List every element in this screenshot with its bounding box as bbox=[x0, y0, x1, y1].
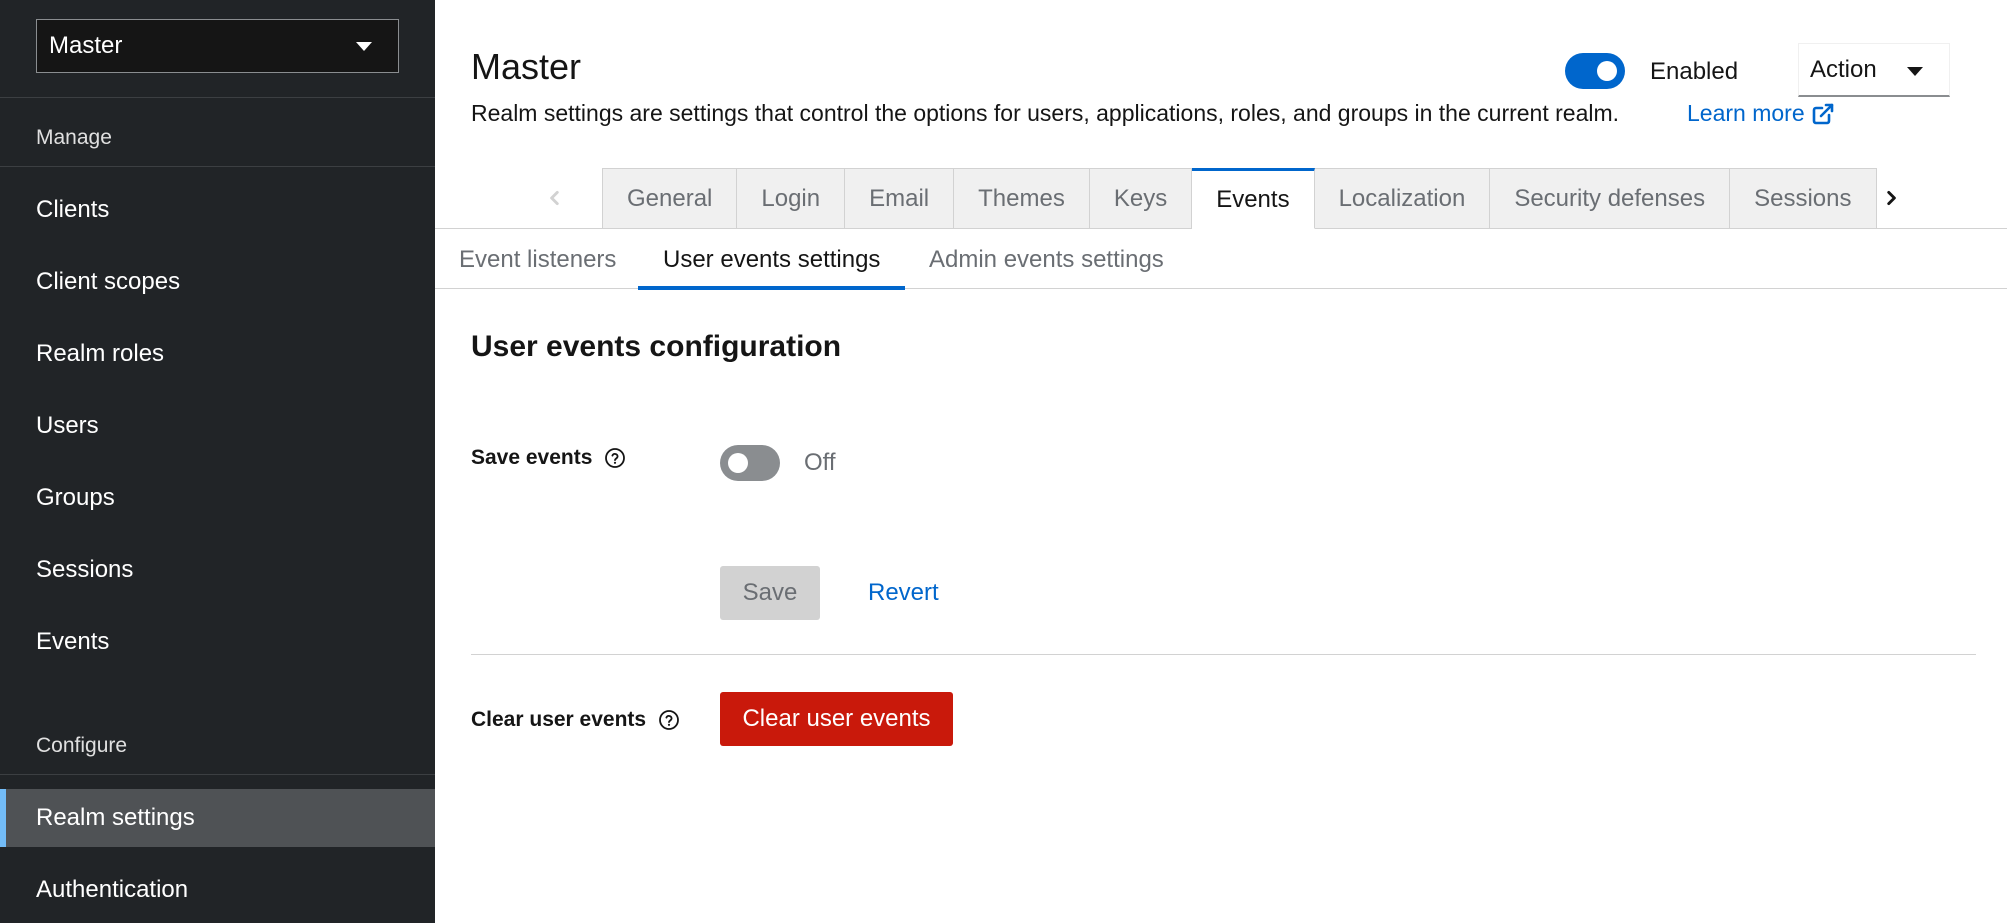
sidebar-item-authentication[interactable]: Authentication bbox=[0, 861, 435, 919]
question-circle-icon[interactable] bbox=[658, 709, 680, 731]
action-dropdown-label: Action bbox=[1810, 55, 1877, 83]
tab-sessions[interactable]: Sessions bbox=[1730, 168, 1877, 229]
save-button[interactable]: Save bbox=[720, 566, 820, 620]
toggle-knob bbox=[728, 453, 748, 473]
nav-section-manage: Manage bbox=[36, 126, 112, 149]
section-title: User events configuration bbox=[471, 330, 842, 363]
events-subtabs: Event listeners User events settings Adm… bbox=[435, 230, 2007, 290]
revert-button[interactable]: Revert bbox=[868, 566, 939, 620]
sidebar-item-clients[interactable]: Clients bbox=[0, 181, 435, 239]
tab-general[interactable]: General bbox=[602, 168, 738, 229]
subtab-user-events-settings[interactable]: User events settings bbox=[637, 230, 906, 290]
tab-login[interactable]: Login bbox=[737, 168, 846, 229]
sidebar-item-realm-settings[interactable]: Realm settings bbox=[0, 789, 435, 847]
sidebar-item-sessions[interactable]: Sessions bbox=[0, 541, 435, 599]
clear-user-events-label: Clear user events bbox=[471, 708, 680, 732]
sidebar-item-events[interactable]: Events bbox=[0, 613, 435, 671]
nav-divider bbox=[0, 166, 435, 167]
question-circle-icon[interactable] bbox=[604, 447, 626, 469]
page-title: Master bbox=[471, 46, 582, 87]
caret-down-icon bbox=[356, 42, 372, 51]
external-link-icon bbox=[1812, 103, 1833, 124]
tab-localization[interactable]: Localization bbox=[1314, 168, 1491, 229]
tab-events[interactable]: Events bbox=[1192, 168, 1315, 229]
save-events-state: Off bbox=[804, 449, 836, 476]
sidebar: Master Manage Clients Client scopes Real… bbox=[0, 0, 435, 923]
sidebar-item-realm-roles[interactable]: Realm roles bbox=[0, 325, 435, 383]
realm-selector[interactable]: Master bbox=[36, 19, 399, 73]
action-dropdown[interactable]: Action bbox=[1798, 43, 1950, 97]
nav-divider bbox=[0, 774, 435, 775]
realm-settings-tabs: General Login Email Themes Keys Events L… bbox=[602, 168, 1877, 229]
realm-enabled-label: Enabled bbox=[1650, 58, 1739, 85]
sidebar-item-client-scopes[interactable]: Client scopes bbox=[0, 253, 435, 311]
realm-selector-value: Master bbox=[49, 32, 123, 59]
sidebar-item-users[interactable]: Users bbox=[0, 397, 435, 455]
nav-section-configure: Configure bbox=[36, 734, 128, 757]
chevron-left-icon bbox=[550, 190, 559, 206]
learn-more-label: Learn more bbox=[1687, 100, 1805, 126]
tab-email[interactable]: Email bbox=[845, 168, 955, 229]
sidebar-item-groups[interactable]: Groups bbox=[0, 469, 435, 527]
tab-keys[interactable]: Keys bbox=[1089, 168, 1193, 229]
page-description: Realm settings are settings that control… bbox=[471, 100, 1620, 126]
realm-enabled-toggle[interactable] bbox=[1565, 53, 1625, 89]
learn-more-link[interactable]: Learn more bbox=[1687, 100, 1835, 127]
tab-security-defenses[interactable]: Security defenses bbox=[1490, 168, 1731, 229]
tab-scroll-left-button[interactable] bbox=[530, 168, 580, 228]
caret-down-icon bbox=[1907, 67, 1923, 76]
content-divider bbox=[471, 654, 1976, 655]
chevron-right-icon bbox=[1887, 190, 1896, 206]
toggle-knob bbox=[1597, 61, 1617, 81]
save-events-label-text: Save events bbox=[471, 446, 593, 469]
clear-user-events-button[interactable]: Clear user events bbox=[720, 692, 953, 746]
tab-scroll-right-button[interactable] bbox=[1866, 168, 1916, 228]
nav-divider bbox=[0, 97, 435, 98]
tab-themes[interactable]: Themes bbox=[954, 168, 1090, 229]
subtab-event-listeners[interactable]: Event listeners bbox=[459, 230, 616, 289]
save-events-label: Save events bbox=[471, 446, 626, 470]
subtab-admin-events-settings[interactable]: Admin events settings bbox=[929, 230, 1164, 289]
save-events-toggle[interactable] bbox=[720, 445, 780, 481]
clear-user-events-label-text: Clear user events bbox=[471, 708, 647, 731]
